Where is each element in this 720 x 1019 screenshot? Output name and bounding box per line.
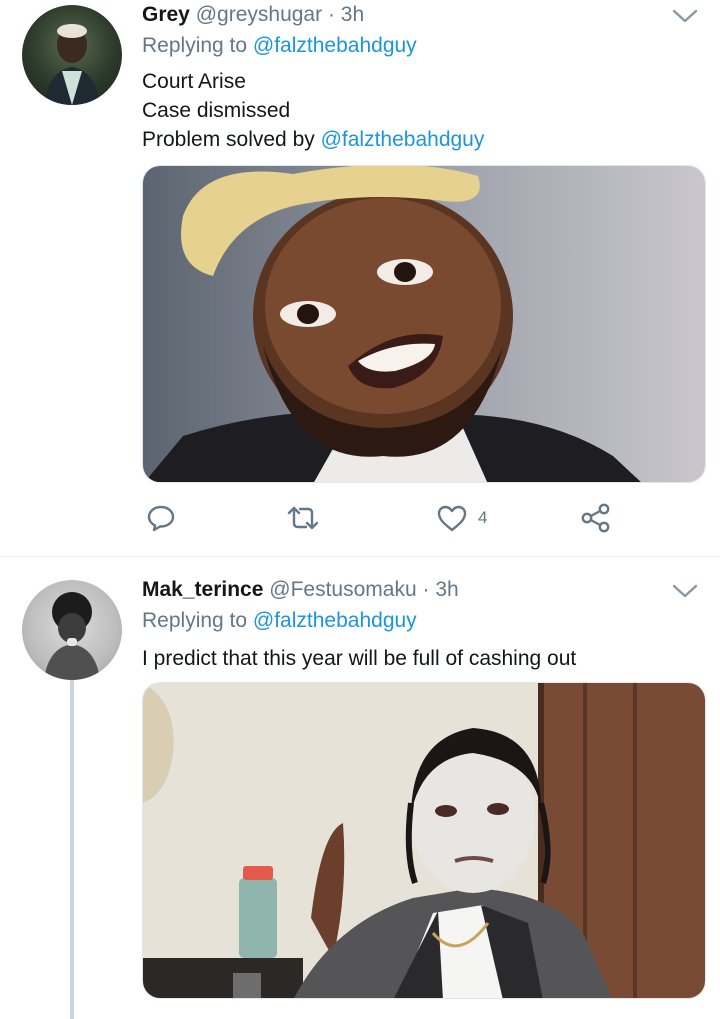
heart-icon bbox=[437, 505, 467, 532]
text-line: Case dismissed bbox=[142, 99, 291, 122]
replying-to: Replying to @falzthebahdguy bbox=[142, 609, 417, 633]
user-handle[interactable]: @Festusomaku bbox=[269, 578, 416, 601]
separator: · bbox=[327, 3, 335, 26]
user-avatar-icon bbox=[44, 24, 100, 105]
user-handle[interactable]: @greyshugar bbox=[196, 3, 322, 26]
display-name[interactable]: Grey bbox=[142, 3, 190, 26]
replying-prefix: Replying to bbox=[142, 34, 248, 57]
reply-button[interactable] bbox=[146, 500, 176, 536]
tweet-text: Court Arise Case dismissed Problem solve… bbox=[142, 67, 484, 154]
text-line: Court Arise bbox=[142, 70, 246, 93]
photo-icon bbox=[143, 683, 705, 998]
display-name[interactable]: Mak_terince bbox=[142, 578, 263, 601]
tweet-text: I predict that this year will be full of… bbox=[142, 647, 577, 670]
like-button[interactable]: 4 bbox=[436, 500, 487, 536]
action-bar: 4 bbox=[142, 500, 622, 536]
tweet-media[interactable] bbox=[142, 682, 706, 999]
tweet[interactable]: Grey @greyshugar · 3h Replying to @falzt… bbox=[0, 0, 720, 557]
separator: · bbox=[422, 578, 430, 601]
mention-link[interactable]: @falzthebahdguy bbox=[321, 128, 485, 151]
timestamp[interactable]: 3h bbox=[435, 578, 458, 601]
share-button[interactable] bbox=[580, 500, 612, 536]
tweet-divider bbox=[0, 556, 720, 557]
text-prefix: Problem solved by bbox=[142, 128, 315, 151]
retweet-button[interactable] bbox=[286, 500, 320, 536]
tweet-header: Grey @greyshugar · 3h bbox=[142, 3, 364, 27]
avatar[interactable] bbox=[22, 580, 122, 680]
text-line: Problem solved by @falzthebahdguy bbox=[142, 125, 484, 154]
tweet-header: Mak_terince @Festusomaku · 3h bbox=[142, 578, 459, 602]
avatar[interactable] bbox=[22, 5, 122, 105]
user-avatar-icon bbox=[44, 592, 100, 680]
chevron-down-icon[interactable] bbox=[672, 583, 698, 599]
retweet-icon bbox=[287, 506, 319, 530]
chevron-down-icon[interactable] bbox=[672, 8, 698, 24]
timestamp[interactable]: 3h bbox=[341, 3, 364, 26]
replying-to: Replying to @falzthebahdguy bbox=[142, 34, 417, 58]
replying-prefix: Replying to bbox=[142, 609, 248, 632]
tweet[interactable]: Mak_terince @Festusomaku · 3h Replying t… bbox=[0, 558, 720, 1019]
reply-icon bbox=[147, 505, 175, 532]
mention-link[interactable]: @falzthebahdguy bbox=[253, 609, 417, 632]
like-count: 4 bbox=[478, 508, 488, 527]
photo-icon bbox=[143, 166, 705, 482]
tweet-media[interactable] bbox=[142, 165, 706, 483]
share-icon bbox=[581, 503, 610, 533]
thread-line bbox=[70, 680, 74, 1019]
mention-link[interactable]: @falzthebahdguy bbox=[253, 34, 417, 57]
